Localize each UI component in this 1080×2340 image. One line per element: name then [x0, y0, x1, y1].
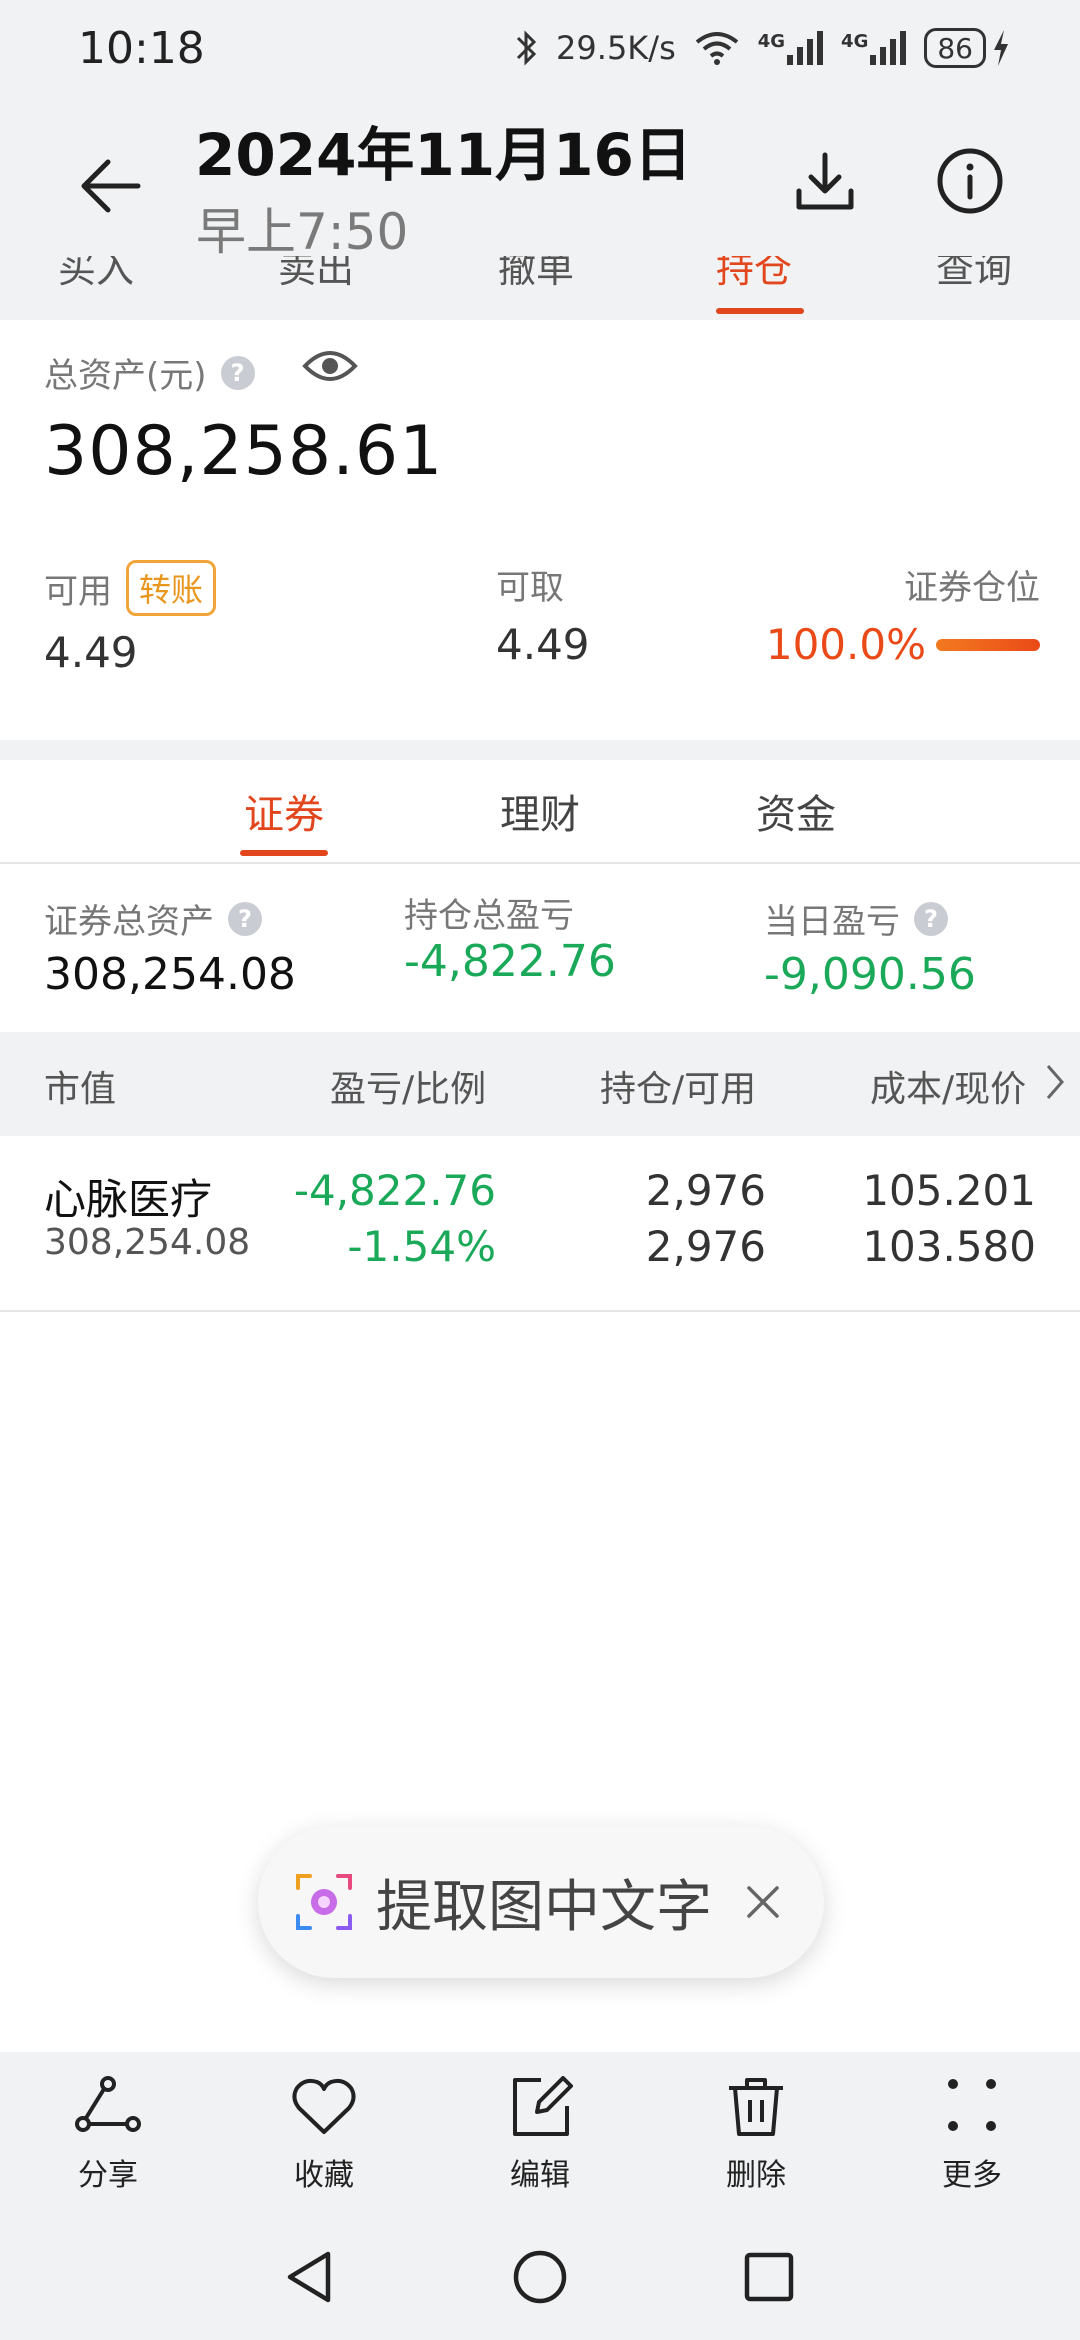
col-pl-ratio[interactable]: 盈亏/比例 — [330, 1060, 486, 1112]
download-icon — [796, 152, 854, 210]
more-icon — [948, 2079, 996, 2131]
wifi-icon — [694, 30, 740, 66]
stock-cost: 105.201 — [862, 1166, 1036, 1215]
position-label: 证券仓位 — [904, 567, 1040, 608]
eye-icon[interactable] — [302, 346, 358, 390]
edit-icon — [513, 2076, 573, 2136]
stock-name: 心脉医疗 — [44, 1175, 213, 1224]
nav-home-button[interactable] — [505, 2242, 575, 2312]
table-row[interactable]: 心脉医疗 308,254.08 -4,822.76 -1.54% 2,976 2… — [0, 1136, 1080, 1312]
available-label: 可用 — [44, 571, 112, 612]
help-icon[interactable]: ? — [228, 901, 262, 936]
help-icon[interactable]: ? — [220, 355, 255, 390]
account-summary: 总资产(元) ? 308,258.61 可用 转账 4.49 可取 4.49 证… — [0, 320, 1080, 740]
col-holding-available[interactable]: 持仓/可用 — [600, 1060, 756, 1112]
signal-icon-2: 4G — [841, 31, 907, 65]
stat-day-pl: 当日盈亏 ? -9,090.56 — [764, 901, 976, 1000]
extract-text-label: 提取图中文字 — [376, 1874, 712, 1940]
stat-securities-total: 证券总资产 ? 308,254.08 — [44, 901, 296, 1000]
stock-market-value: 308,254.08 — [44, 1222, 251, 1263]
position-col: 证券仓位 100.0% — [766, 560, 1040, 669]
system-nav-bar — [0, 2212, 1080, 2340]
chevron-right-icon[interactable] — [1044, 1062, 1066, 1106]
stock-pl: -4,822.76 — [293, 1166, 496, 1215]
nav-back-icon — [287, 2251, 331, 2303]
net-speed: 29.5K/s — [556, 29, 676, 67]
status-time: 10:18 — [78, 22, 205, 74]
securities-stats: 证券总资产 ? 308,254.08 持仓总盈亏 -4,822.76 当日盈亏 … — [0, 864, 1080, 1032]
trade-tabs: 买入 卖出 撤单 持仓 查询 — [0, 256, 1080, 320]
tab-query[interactable]: 查询 — [936, 256, 1012, 293]
available-value: 4.49 — [44, 628, 138, 677]
screenshot-time: 早上7:50 — [196, 203, 409, 261]
category-tabs: 证券 理财 资金 — [0, 760, 1080, 864]
col-cost-price[interactable]: 成本/现价 — [870, 1060, 1026, 1112]
share-icon — [75, 2076, 141, 2132]
stock-available: 2,976 — [645, 1222, 766, 1271]
stock-pl-percent: -1.54% — [347, 1222, 496, 1271]
tab-cancel[interactable]: 撤单 — [498, 256, 574, 293]
total-assets-value: 308,258.61 — [44, 412, 444, 491]
total-assets-label-row: 总资产(元) ? — [44, 348, 255, 397]
col-market-value[interactable]: 市值 — [44, 1060, 116, 1112]
withdrawable-label: 可取 — [496, 567, 564, 608]
day-pl-value: -9,090.56 — [764, 949, 976, 1000]
tab-wealth[interactable]: 理财 — [500, 782, 580, 840]
share-button[interactable]: 分享 — [0, 2052, 216, 2212]
favorite-button[interactable]: 收藏 — [216, 2052, 432, 2212]
nav-home-icon — [513, 2250, 567, 2304]
nav-back-button[interactable] — [274, 2242, 344, 2312]
tab-funds[interactable]: 资金 — [756, 782, 836, 840]
active-category-indicator — [240, 850, 328, 856]
heart-icon — [292, 2078, 356, 2134]
signal-icon-1: 4G — [758, 31, 824, 65]
position-percent: 100.0% — [765, 620, 926, 669]
battery-icon: 86 — [924, 28, 1010, 68]
nav-recents-button[interactable] — [734, 2242, 804, 2312]
viewer-title-bar: 2024年11月16日 早上7:50 — [0, 96, 1080, 261]
status-icons: 29.5K/s 4G 4G 86 — [514, 28, 1010, 68]
trash-icon — [729, 2078, 783, 2136]
position-bar — [936, 638, 1040, 651]
info-button[interactable] — [930, 141, 1010, 221]
available-col: 可用 转账 4.49 — [44, 560, 217, 677]
holdings-table-header: 市值 盈亏/比例 持仓/可用 成本/现价 — [0, 1032, 1080, 1136]
stat-holding-pl: 持仓总盈亏 -4,822.76 — [404, 895, 616, 988]
info-icon — [937, 148, 1003, 214]
help-icon[interactable]: ? — [914, 901, 948, 936]
tab-securities[interactable]: 证券 — [244, 782, 324, 840]
stock-price: 103.580 — [862, 1222, 1036, 1271]
tab-buy[interactable]: 买入 — [58, 256, 134, 293]
holding-pl-value: -4,822.76 — [404, 936, 616, 987]
back-button[interactable] — [70, 146, 150, 226]
back-arrow-icon — [81, 159, 141, 213]
image-action-bar: 分享 收藏 编辑 删除 更多 — [0, 2052, 1080, 2212]
withdrawable-col: 可取 4.49 — [496, 560, 590, 670]
bluetooth-icon — [514, 28, 538, 68]
total-assets-label: 总资产(元) — [44, 356, 207, 396]
securities-total-value: 308,254.08 — [44, 949, 296, 1000]
text-scan-icon — [294, 1872, 354, 1932]
screenshot-date: 2024年11月16日 — [195, 121, 692, 189]
close-icon[interactable] — [738, 1877, 788, 1927]
extract-text-pill[interactable]: 提取图中文字 — [258, 1826, 824, 1978]
edit-button[interactable]: 编辑 — [432, 2052, 648, 2212]
transfer-button[interactable]: 转账 — [126, 560, 217, 616]
active-tab-indicator — [716, 308, 804, 314]
tab-sell[interactable]: 卖出 — [278, 256, 354, 293]
more-button[interactable]: 更多 — [864, 2052, 1080, 2212]
status-bar: 10:18 29.5K/s 4G 4G 86 — [0, 0, 1080, 96]
tab-positions[interactable]: 持仓 — [716, 256, 792, 293]
divider — [0, 740, 1080, 760]
withdrawable-value: 4.49 — [496, 620, 590, 669]
download-button[interactable] — [785, 141, 865, 221]
nav-recents-icon — [744, 2252, 794, 2302]
stock-holding: 2,976 — [645, 1166, 766, 1215]
delete-button[interactable]: 删除 — [648, 2052, 864, 2212]
